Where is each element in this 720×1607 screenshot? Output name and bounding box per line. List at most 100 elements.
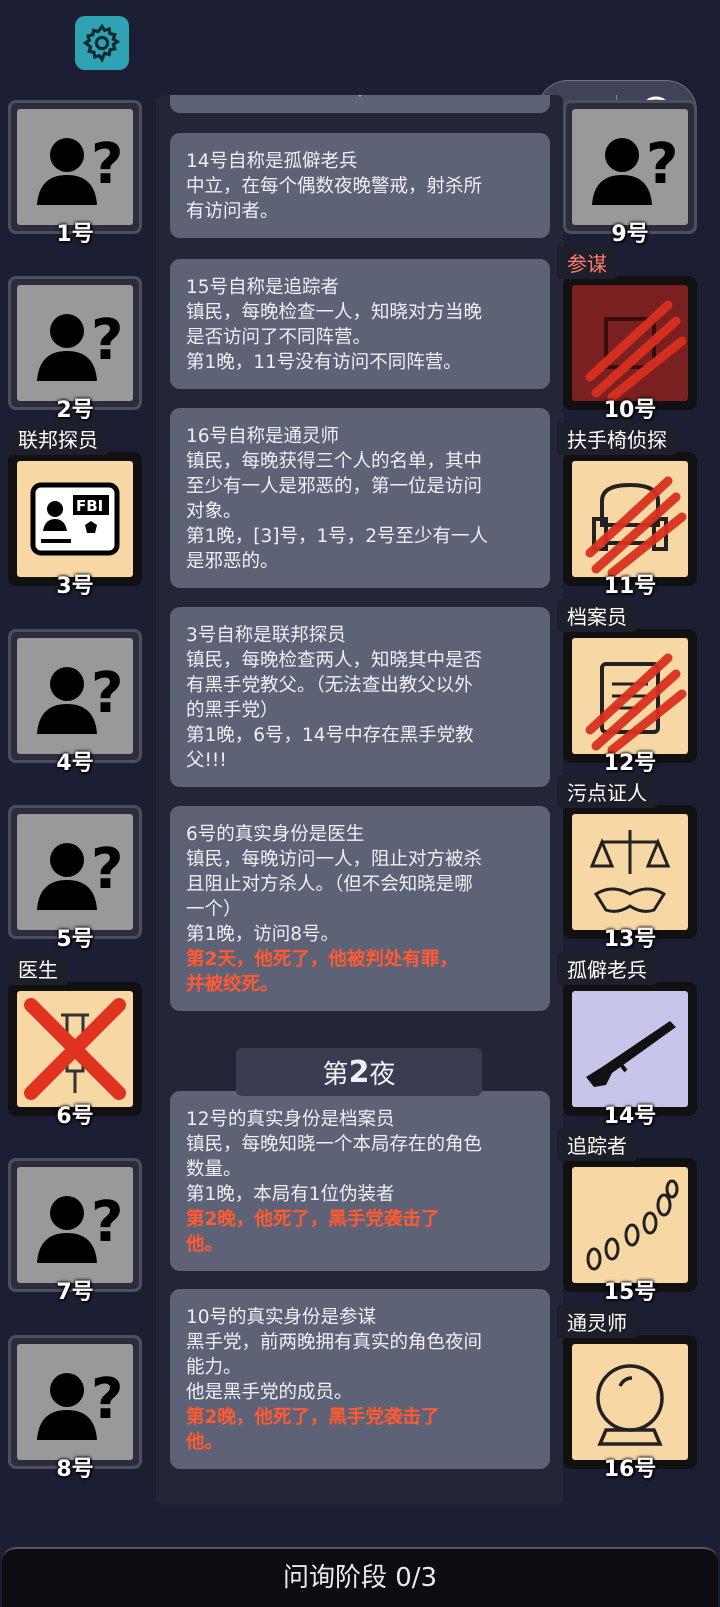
role-label: 扶手椅侦探 (557, 422, 677, 455)
log-card: 15号自称是追踪者 镇民，每晚检查一人，知晓对方当晚 是否访问了不同阵营。 第1晚，1… (170, 259, 550, 389)
player-number: 14号 (603, 1104, 657, 1129)
player-number: 13号 (603, 927, 657, 952)
log-card: 6号的真实身份是医生 镇民，每晚访问一人，阻止对方被杀 且阻止对方杀人。（但不会知晓… (170, 806, 550, 1011)
player-number: 5号 (56, 927, 94, 952)
svg-text:?: ? (91, 1190, 123, 1255)
fbi-badge-icon: FBI (17, 461, 133, 577)
player-slot[interactable]: FBI 3号 联邦探员 (8, 422, 142, 599)
death-notice: 他。 (186, 1234, 224, 1255)
player-number: 11号 (603, 574, 657, 599)
player-slot[interactable]: ? 9号 (563, 100, 697, 247)
player-slot[interactable]: ? 5号 (8, 805, 142, 952)
log-line: 镇民，每晚检查一人，知晓对方当晚 (186, 302, 483, 323)
log-card: 14号自称是孤僻老兵 中立，在每个偶数夜晚警戒，射杀所 有访问者。 (170, 133, 550, 238)
log-line: 12号的真实身份是档案员 (186, 1109, 395, 1130)
log-line: 第1晚，访问8号。 (186, 924, 340, 945)
log-line: 有访问者。 (186, 201, 279, 222)
event-log-panel[interactable]: · 14号自称是孤僻老兵 中立，在每个偶数夜晚警戒，射杀所 有访问者。 15号自称是追… (156, 95, 563, 1505)
footprints-icon (572, 1167, 688, 1283)
player-slot[interactable]: 11号 扶手椅侦探 (557, 422, 697, 599)
log-line: 第1晚，[3]号，1号，2号至少有一人 (186, 526, 489, 547)
player-slot[interactable]: ? 1号 (8, 100, 142, 247)
svg-text:?: ? (91, 837, 123, 902)
player-slot[interactable]: 6号 医生 (8, 952, 142, 1129)
night-prefix: 第 (322, 1059, 349, 1090)
role-label: 污点证人 (557, 775, 657, 808)
player-slot[interactable]: ? 4号 (8, 629, 142, 776)
log-line: 且阻止对方杀人。（但不会知晓是哪 (186, 874, 473, 895)
log-line: 能力。 (186, 1357, 242, 1378)
player-number: 7号 (56, 1280, 94, 1305)
unknown-person-icon: ? (17, 285, 133, 401)
log-line: 是邪恶的。 (186, 551, 279, 572)
archive-scratched-icon (572, 638, 688, 754)
claw-scratch-icon (572, 285, 688, 401)
player-number: 8号 (56, 1457, 94, 1482)
log-line: 有黑手党教父。（无法查出教父以外 (186, 675, 473, 696)
phase-label: 问询阶段 0/3 (282, 1563, 438, 1593)
player-slot[interactable]: ? 8号 (8, 1335, 142, 1482)
player-slot[interactable]: ? 7号 (8, 1158, 142, 1305)
log-line: 的黑手党） (186, 700, 279, 721)
night-suffix: 夜 (369, 1059, 396, 1090)
player-slot[interactable]: ? 2号 (8, 276, 142, 423)
log-line: 至少有一人是邪恶的，第一位是访问 (186, 476, 483, 497)
unknown-person-icon: ? (17, 1344, 133, 1460)
log-line: 3号自称是联邦探员 (186, 625, 346, 646)
svg-text:?: ? (91, 1367, 123, 1432)
role-label: 孤僻老兵 (557, 952, 657, 985)
night-banner: 第2夜 (236, 1048, 482, 1096)
log-line: 第1晚，本局有1位伪装者 (186, 1184, 395, 1205)
player-number: 4号 (56, 751, 94, 776)
death-notice: 并被绞死。 (186, 974, 279, 995)
phase-bar[interactable]: 问询阶段 0/3 (2, 1547, 718, 1607)
svg-text:?: ? (91, 308, 123, 373)
syringe-crossed-icon (17, 991, 133, 1107)
log-line: 6号的真实身份是医生 (186, 824, 365, 845)
partial-text: · (357, 95, 363, 107)
role-label: 联邦探员 (8, 422, 108, 455)
log-card-partial: · (170, 95, 550, 113)
unknown-person-icon: ? (17, 814, 133, 930)
unknown-person-icon: ? (17, 109, 133, 225)
player-number: 2号 (56, 398, 94, 423)
player-slot[interactable]: 15号 追踪者 (557, 1128, 697, 1305)
death-notice: 第2天，他死了，他被判处有罪， (186, 949, 458, 970)
player-number: 10号 (603, 398, 657, 423)
svg-text:?: ? (91, 132, 123, 197)
svg-text:FBI: FBI (76, 497, 103, 515)
log-card: 3号自称是联邦探员 镇民，每晚检查两人，知晓其中是否 有黑手党教父。（无法查出教父以… (170, 607, 550, 787)
scales-handshake-icon (572, 814, 688, 930)
player-slot[interactable]: 12号 档案员 (557, 599, 697, 776)
gear-icon (82, 23, 121, 64)
death-notice: 第2晚，他死了，黑手党袭击了 (186, 1209, 440, 1230)
rifle-icon (572, 991, 688, 1107)
role-label: 档案员 (557, 599, 637, 632)
player-number: 9号 (611, 222, 649, 247)
night-number: 2 (348, 1054, 370, 1090)
player-slot[interactable]: 14号 孤僻老兵 (557, 952, 697, 1129)
death-notice: 他。 (186, 1432, 224, 1453)
log-card: 12号的真实身份是档案员 镇民，每晚知晓一个本局存在的角色 数量。 第1晚，本局有1位… (170, 1091, 550, 1271)
svg-text:?: ? (646, 132, 678, 197)
role-label: 追踪者 (557, 1128, 637, 1161)
log-line: 16号自称是通灵师 (186, 426, 340, 447)
log-line: 黑手党，前两晚拥有真实的角色夜间 (186, 1332, 483, 1353)
log-line: 14号自称是孤僻老兵 (186, 151, 358, 172)
unknown-person-icon: ? (572, 109, 688, 225)
player-number: 15号 (603, 1280, 657, 1305)
player-number: 6号 (56, 1104, 94, 1129)
player-number: 12号 (603, 751, 657, 776)
player-slot[interactable]: 16号 通灵师 (557, 1305, 697, 1482)
log-line: 对象。 (186, 501, 242, 522)
settings-button[interactable] (75, 16, 129, 70)
log-line: 第1晚，11号没有访问不同阵营。 (186, 352, 462, 373)
player-number: 3号 (56, 574, 94, 599)
role-label: 通灵师 (557, 1305, 637, 1338)
log-line: 父!!! (186, 750, 227, 771)
log-line: 是否访问了不同阵营。 (186, 327, 372, 348)
log-card: 10号的真实身份是参谋 黑手党，前两晚拥有真实的角色夜间 能力。 他是黑手党的成员。第… (170, 1289, 550, 1469)
player-slot[interactable]: 10号 参谋 (557, 246, 697, 423)
log-line: 他是黑手党的成员。 (186, 1382, 353, 1403)
player-slot[interactable]: 13号 污点证人 (557, 775, 697, 952)
